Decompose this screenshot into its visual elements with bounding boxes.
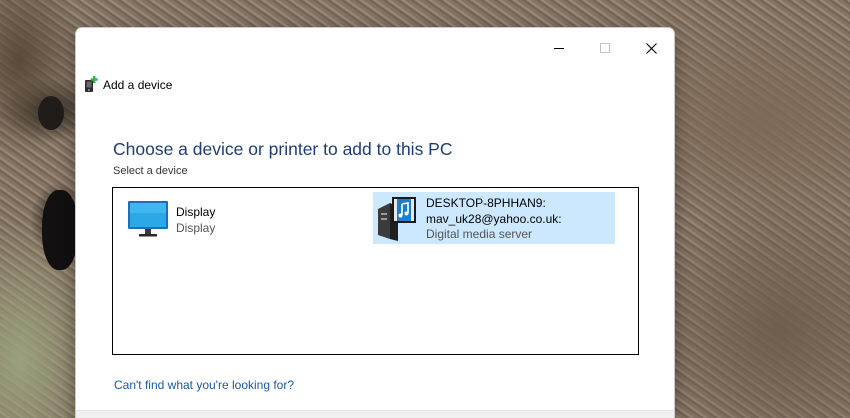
window-title: Add a device — [103, 78, 173, 92]
page-heading: Choose a device or printer to add to thi… — [113, 139, 453, 159]
device-account: mav_uk28@yahoo.co.uk: — [426, 211, 562, 226]
page-subheading: Select a device — [113, 165, 188, 177]
add-device-window: Add a device Choose a device or printer … — [75, 27, 675, 418]
cant-find-device-link[interactable]: Can't find what you're looking for? — [114, 378, 294, 392]
device-name: Display — [176, 205, 216, 219]
minimize-button[interactable] — [536, 28, 582, 68]
media-server-icon — [378, 197, 416, 241]
close-button[interactable] — [628, 28, 674, 68]
maximize-button[interactable] — [582, 28, 628, 68]
wallpaper-detail — [42, 190, 78, 270]
close-icon — [645, 42, 657, 54]
minimize-icon — [554, 48, 564, 49]
monitor-icon — [128, 201, 168, 237]
device-item-display[interactable]: Display Display — [127, 197, 357, 249]
dialog-footer — [76, 410, 674, 418]
window-title-bar: Add a device — [84, 76, 172, 94]
device-category: Digital media server — [426, 227, 533, 241]
device-item-media-server[interactable]: DESKTOP-8PHHAN9: mav_uk28@yahoo.co.uk: D… — [373, 192, 615, 244]
device-list[interactable]: Display Display DESKTOP-8PHHAN9: mav_uk2… — [112, 187, 639, 355]
device-name: DESKTOP-8PHHAN9: — [426, 196, 546, 210]
caption-buttons — [536, 28, 674, 68]
maximize-icon — [600, 43, 610, 53]
add-device-icon — [85, 76, 98, 92]
wallpaper-detail — [38, 96, 64, 130]
device-category: Display — [176, 220, 216, 235]
